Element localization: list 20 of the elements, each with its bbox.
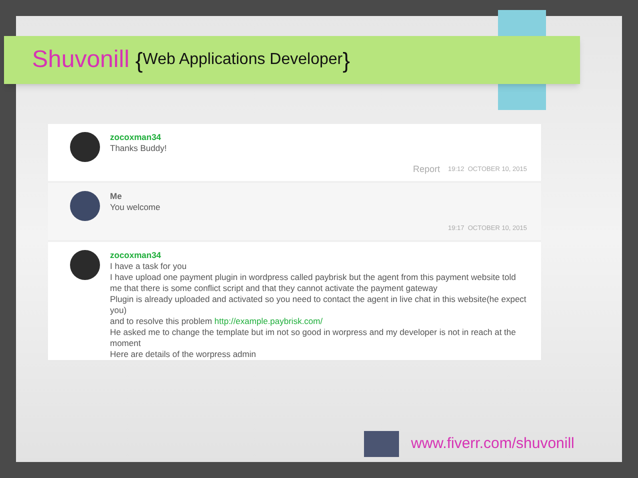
message-link[interactable]: http://example.paybrisk.com/	[214, 316, 323, 326]
title-subtitle: {Web Applications Developer}	[135, 46, 350, 75]
message-text: He asked me to change the template but im not so good in worpress and my developer is not in reach at the moment	[110, 327, 517, 349]
title-name: Shuvonill	[32, 45, 130, 75]
avatar	[70, 132, 100, 162]
message-text: and to resolve this problem http://example.paybrisk.com/	[110, 316, 324, 327]
avatar	[70, 250, 100, 280]
message-text: I have a task for you	[110, 261, 188, 272]
sender-name: zocoxman34	[110, 132, 162, 143]
message-text: Here are details of the worpress admin	[110, 349, 257, 360]
message-text: I have upload one payment plugin in wordpress called paybrisk but the agent from this payment website told me that there is some conflict script and that they cannot activate the payment gateway	[110, 272, 517, 294]
message-text: Thanks Buddy!	[110, 143, 168, 154]
message-text: Plugin is already uploaded and activated so you need to contact the agent in live chat in this website(he expect you)	[110, 294, 527, 316]
profile-link[interactable]: www.fiverr.com/shuvonill	[411, 432, 574, 456]
photo-placeholder	[364, 431, 399, 457]
sender-name: Me	[110, 191, 123, 202]
avatar	[70, 191, 100, 221]
message-text: You welcome	[110, 202, 162, 213]
sender-name: zocoxman34	[110, 250, 162, 261]
report-link[interactable]: Report	[412, 164, 440, 175]
